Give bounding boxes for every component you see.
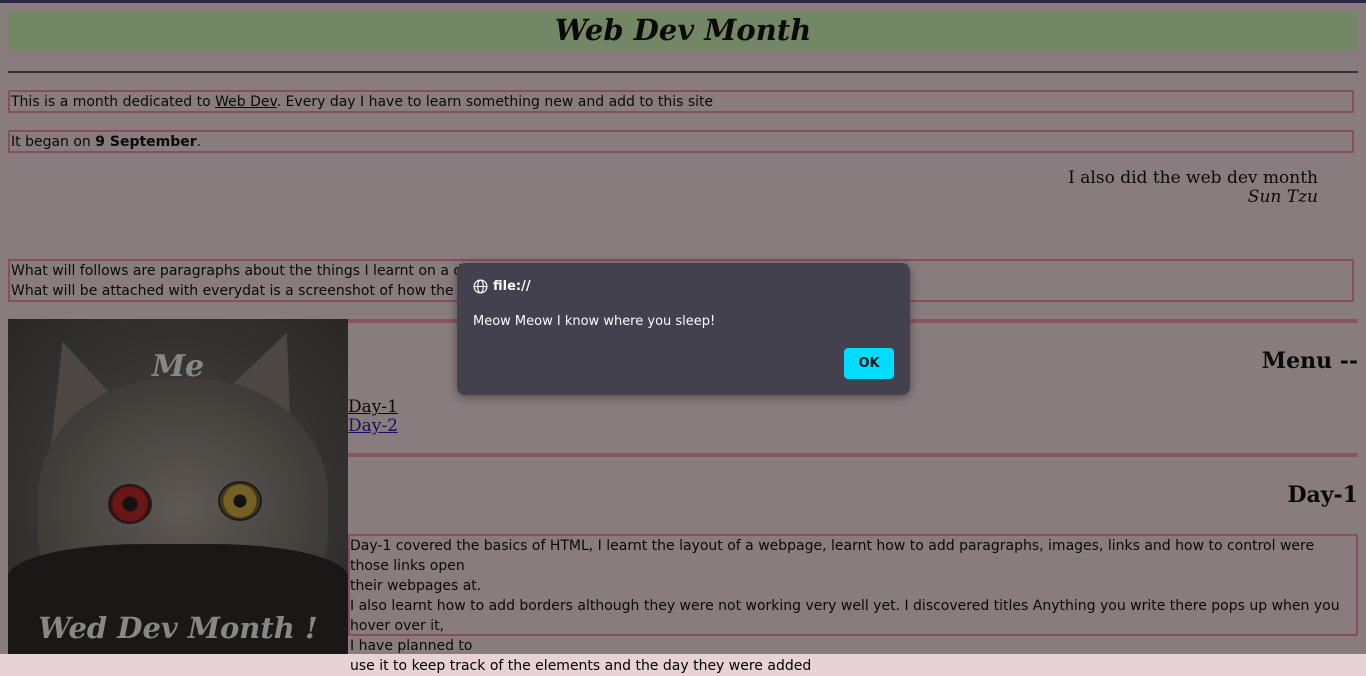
dialog-origin: file:// [473,279,531,294]
dialog-origin-text: file:// [493,279,531,294]
dialog-message: Meow Meow I know where you sleep! [473,314,716,329]
ok-button[interactable]: OK [844,348,894,379]
day-1-line-5: use it to keep track of the elements and… [350,658,812,674]
globe-icon [473,279,488,294]
alert-dialog: file:// Meow Meow I know where you sleep… [457,263,910,395]
